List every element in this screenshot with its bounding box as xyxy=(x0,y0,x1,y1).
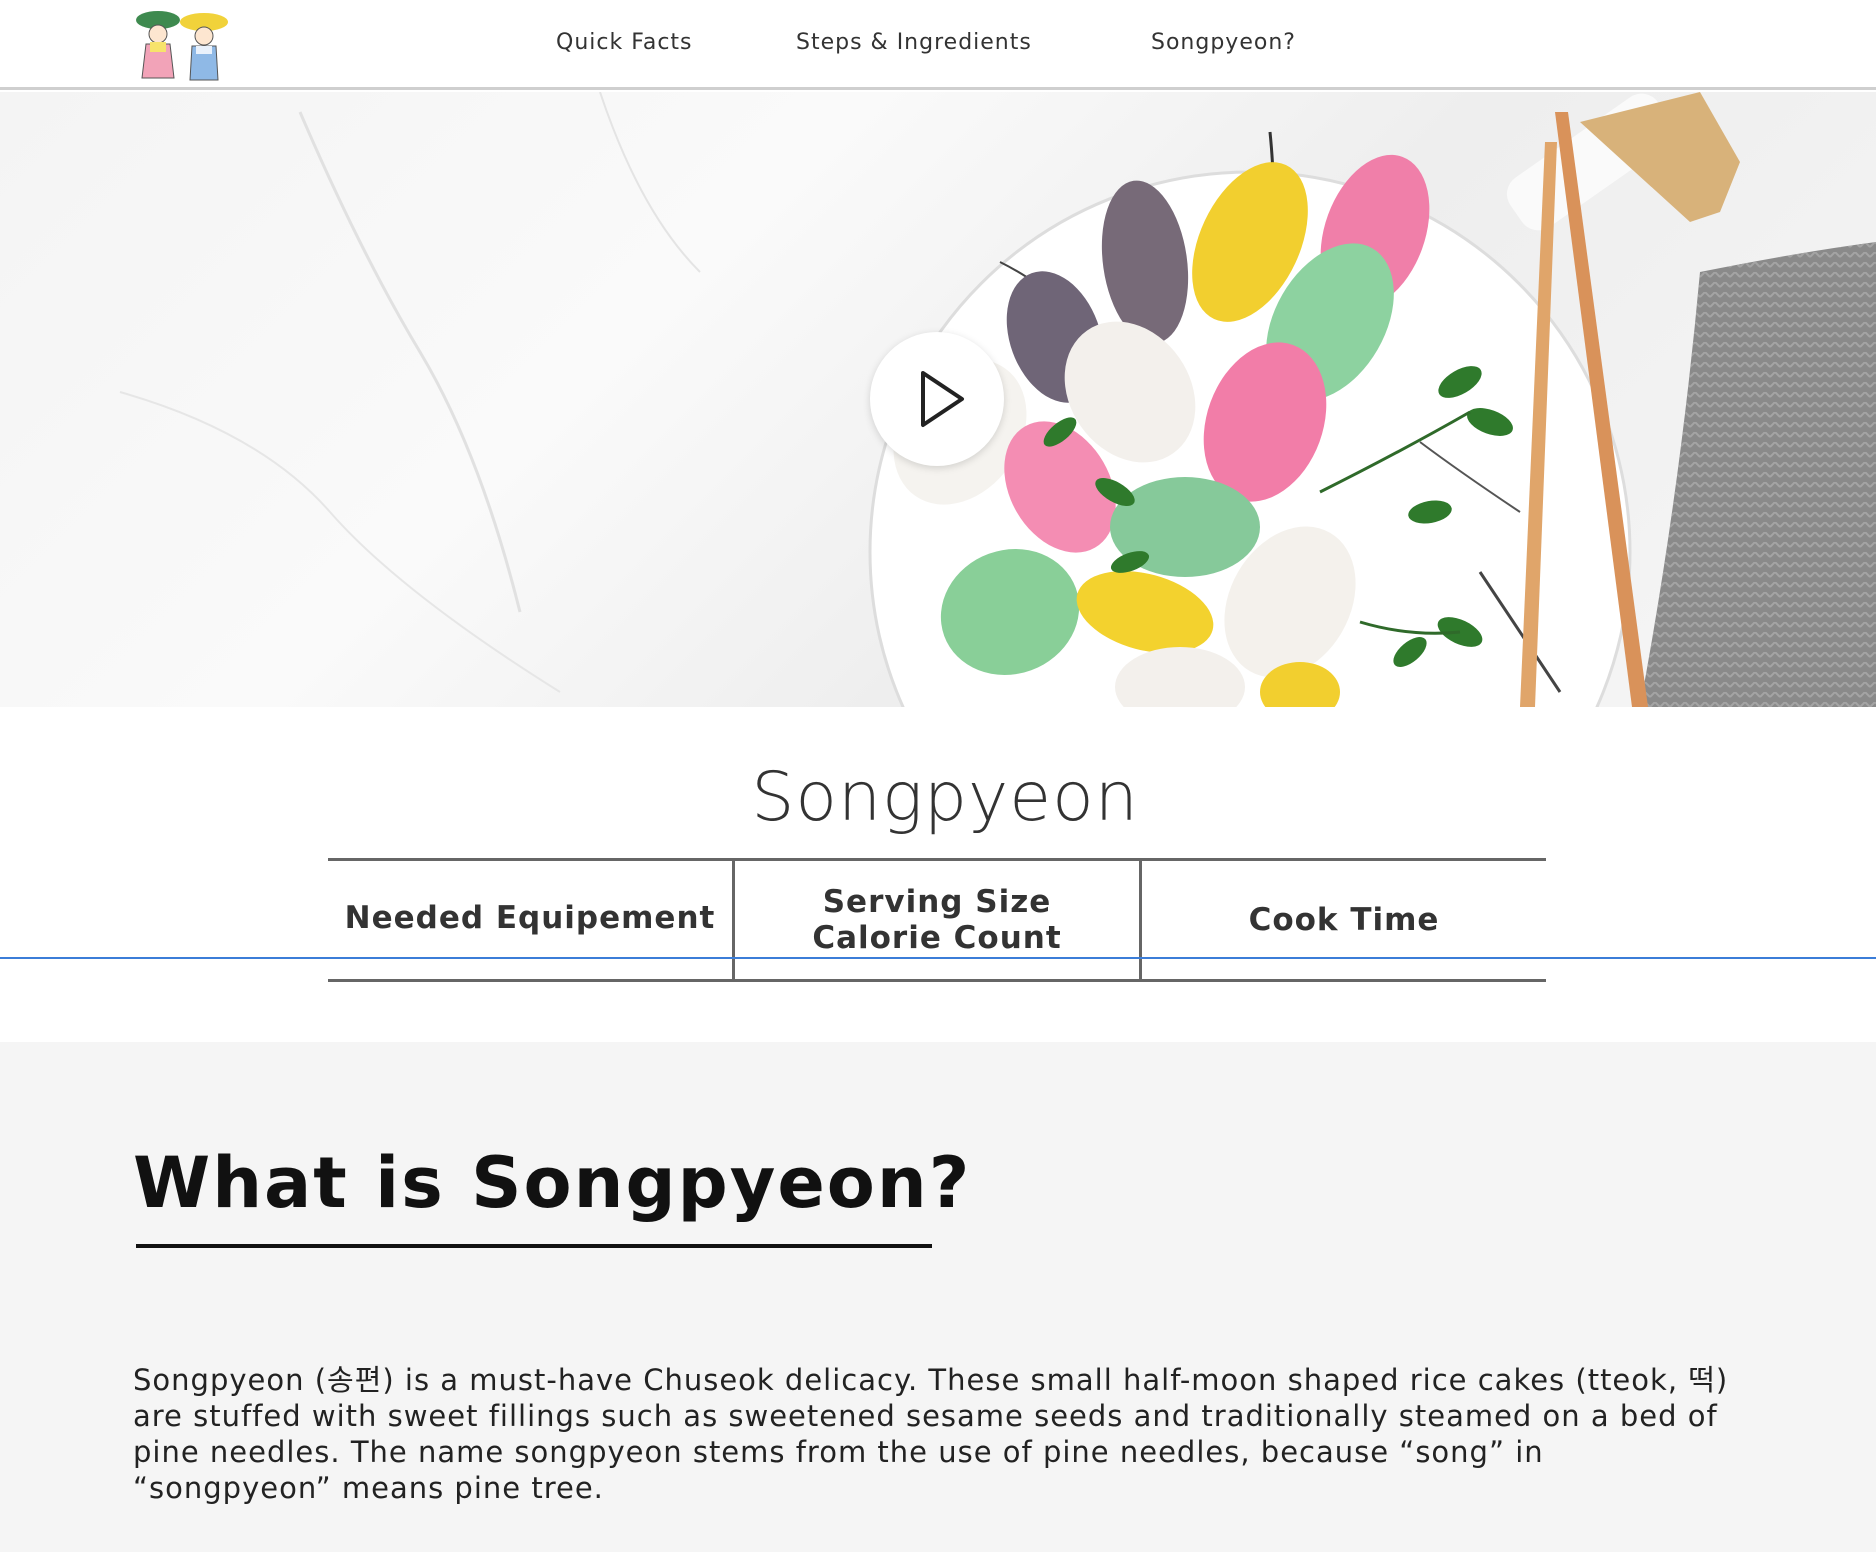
cook-time-cell[interactable]: Cook Time xyxy=(1139,861,1546,979)
top-nav: Quick Facts Steps & Ingredients Songpyeo… xyxy=(0,0,1876,90)
recipe-info-table: Needed Equipement Serving Size Calorie C… xyxy=(328,858,1546,982)
hero-image xyxy=(0,92,1876,707)
video-play-button[interactable] xyxy=(870,332,1004,466)
serving-size-label: Serving Size xyxy=(822,884,1052,920)
page-title: Songpyeon xyxy=(751,758,1139,837)
about-heading: What is Songpyeon? xyxy=(133,1142,972,1224)
nav-link-songpyeon[interactable]: Songpyeon? xyxy=(1151,30,1296,55)
play-icon xyxy=(921,371,964,427)
serving-calorie-cell[interactable]: Serving Size Calorie Count xyxy=(732,861,1139,979)
nav-link-steps-ingredients[interactable]: Steps & Ingredients xyxy=(796,30,1032,55)
heading-underline xyxy=(136,1244,932,1248)
calorie-count-label: Calorie Count xyxy=(812,920,1062,956)
nav-link-quick-facts[interactable]: Quick Facts xyxy=(556,30,693,55)
about-section: What is Songpyeon? Songpyeon (송편) is a m… xyxy=(0,1042,1876,1552)
cook-time-label: Cook Time xyxy=(1248,902,1440,938)
about-paragraph: Songpyeon (송편) is a must-have Chuseok de… xyxy=(133,1363,1729,1505)
needed-equipment-cell[interactable]: Needed Equipement xyxy=(328,861,732,979)
logo-icon[interactable] xyxy=(134,6,230,84)
needed-equipment-label: Needed Equipement xyxy=(344,900,716,936)
section-divider-line xyxy=(0,957,1876,959)
